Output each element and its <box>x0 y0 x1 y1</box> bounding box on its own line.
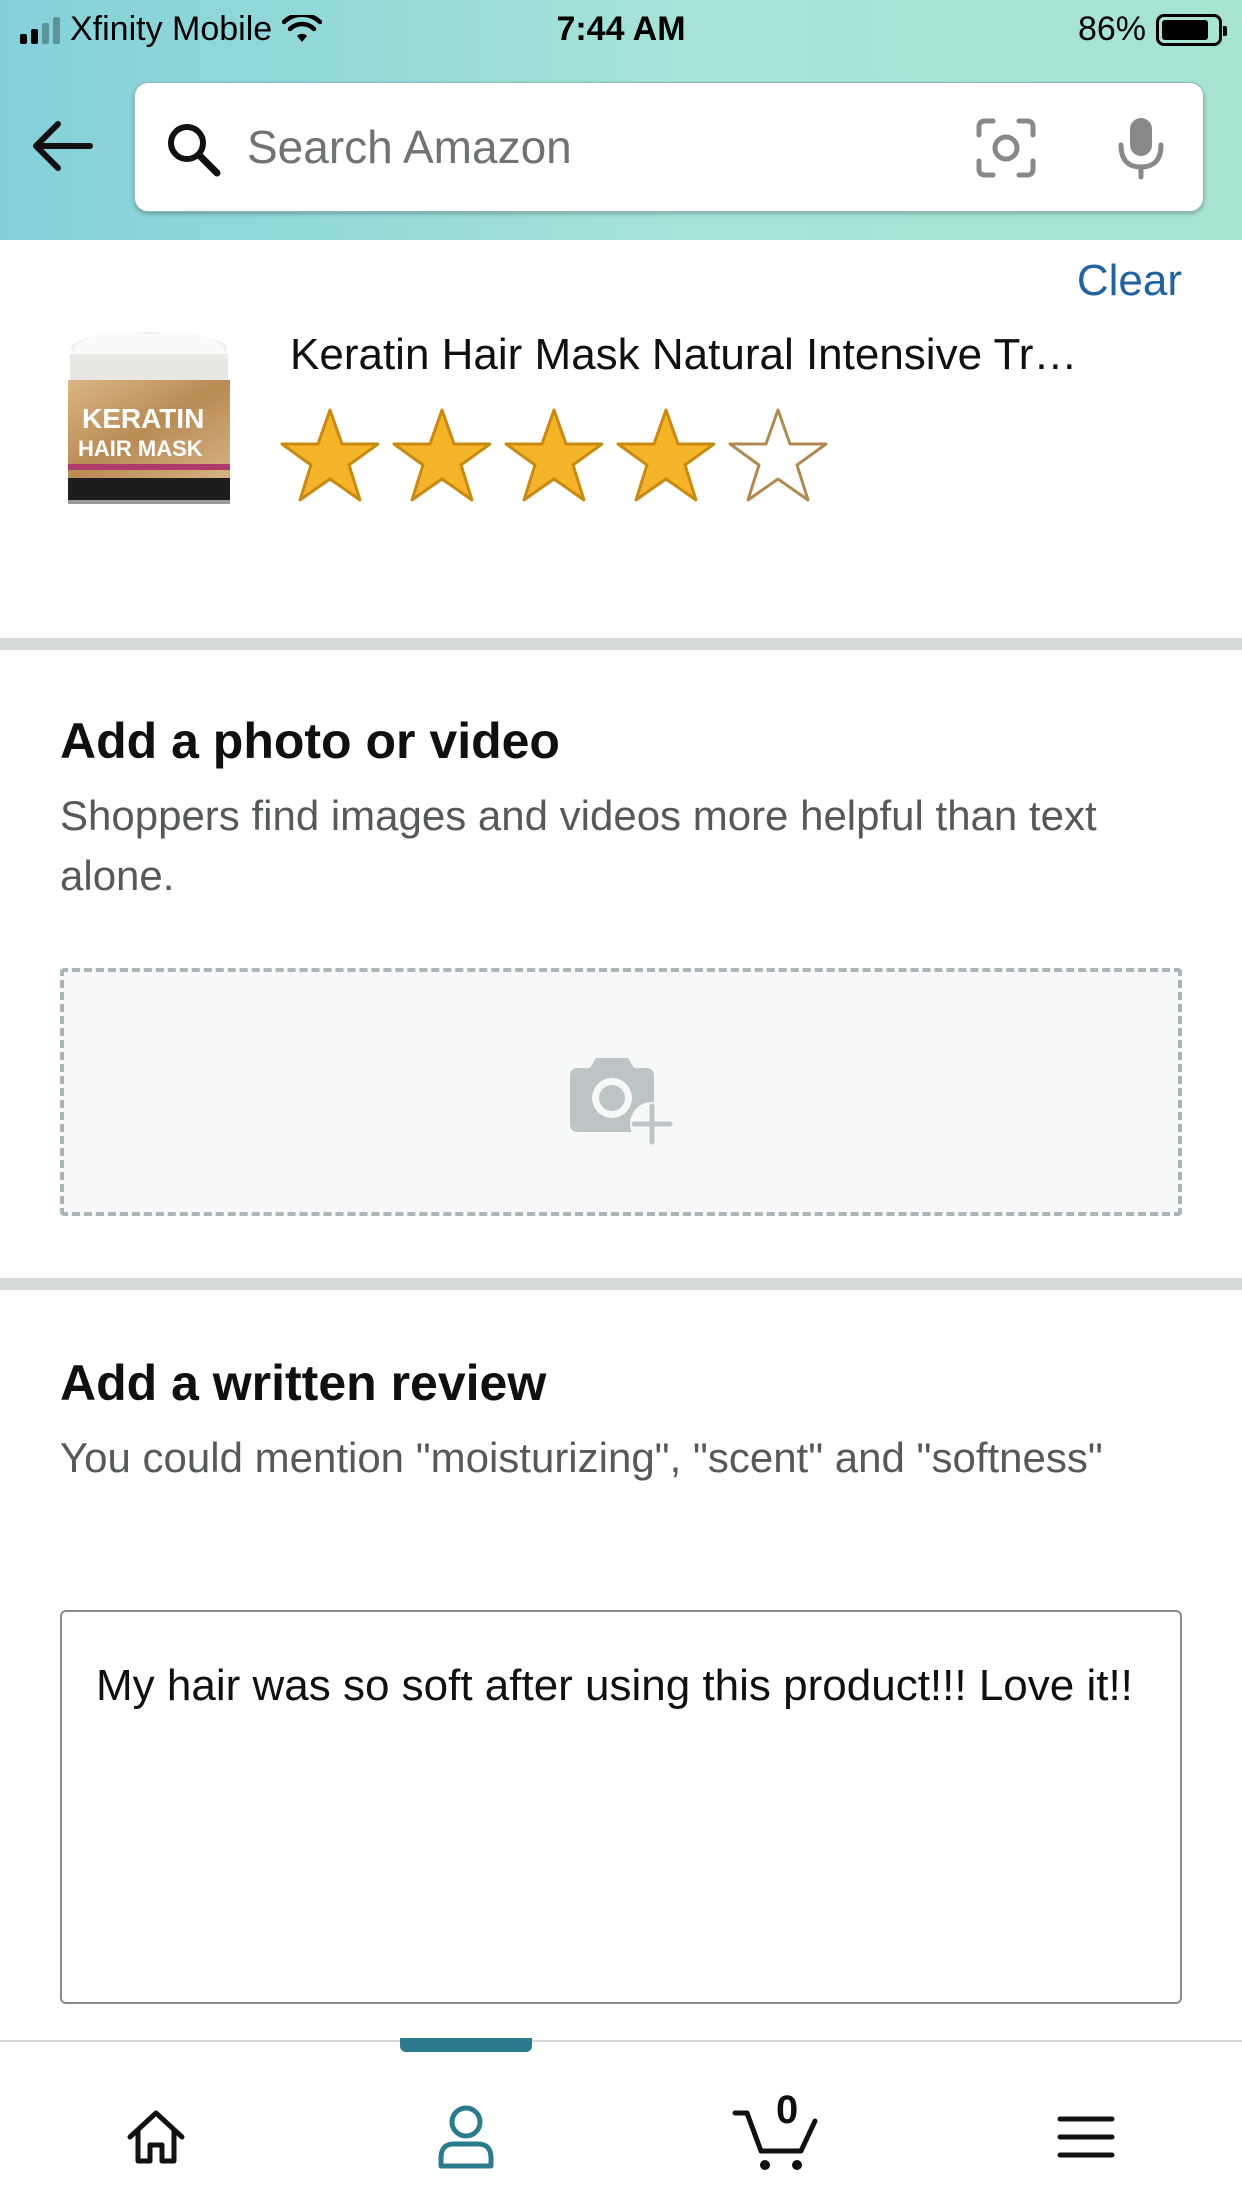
section-divider <box>0 638 1242 650</box>
product-image-text-2: HAIR MASK <box>78 436 203 461</box>
review-section-subtitle: You could mention "moisturizing", "scent… <box>60 1434 1103 1481</box>
home-icon <box>127 2110 185 2164</box>
header: Xfinity Mobile 7:44 AM 86% <box>0 0 1242 240</box>
star-rating[interactable] <box>278 404 830 508</box>
star-2-icon[interactable] <box>390 404 494 508</box>
camera-plus-icon <box>570 1058 674 1146</box>
battery-icon <box>1156 13 1227 46</box>
photo-section-subtitle: Shoppers find images and videos more hel… <box>60 792 1097 899</box>
star-1-icon[interactable] <box>278 404 382 508</box>
account-icon <box>438 2105 494 2169</box>
battery-percent: 86% <box>1077 10 1146 48</box>
status-bar: Xfinity Mobile 7:44 AM 86% <box>0 0 1242 62</box>
section-divider-2 <box>0 1278 1242 1290</box>
microphone-icon[interactable] <box>1115 115 1167 181</box>
photo-section-title: Add a photo or video <box>60 713 560 769</box>
menu-icon <box>1057 2116 1115 2158</box>
photo-upload-area[interactable] <box>60 968 1182 1216</box>
nav-home[interactable] <box>106 2092 206 2182</box>
search-input[interactable] <box>247 111 947 183</box>
cart-count-badge: 0 <box>776 2088 799 2132</box>
review-textarea[interactable]: My hair was so soft after using this pro… <box>60 1610 1182 2004</box>
star-3-icon[interactable] <box>502 404 606 508</box>
star-4-icon[interactable] <box>614 404 718 508</box>
status-right: 86% <box>1077 10 1227 49</box>
camera-scan-icon[interactable] <box>975 117 1037 179</box>
nav-cart[interactable]: 0 <box>726 2088 826 2182</box>
review-section-title: Add a written review <box>60 1355 547 1411</box>
clear-link[interactable]: Clear <box>1077 256 1182 306</box>
product-thumbnail: KERATIN HAIR MASK <box>68 331 230 504</box>
active-tab-indicator <box>400 2038 532 2052</box>
star-5-icon[interactable] <box>726 404 830 508</box>
product-title: Keratin Hair Mask Natural Intensive Tr… <box>290 330 1078 379</box>
nav-account[interactable] <box>416 2092 516 2182</box>
nav-menu[interactable] <box>1036 2092 1136 2182</box>
arrow-left-icon <box>33 121 93 171</box>
search-icon <box>168 124 221 177</box>
search-bar[interactable] <box>134 82 1204 212</box>
back-button[interactable] <box>30 118 100 184</box>
bottom-nav: 0 <box>0 2038 1242 2208</box>
status-time: 7:44 AM <box>556 10 686 48</box>
product-image-text-1: KERATIN <box>82 403 204 434</box>
